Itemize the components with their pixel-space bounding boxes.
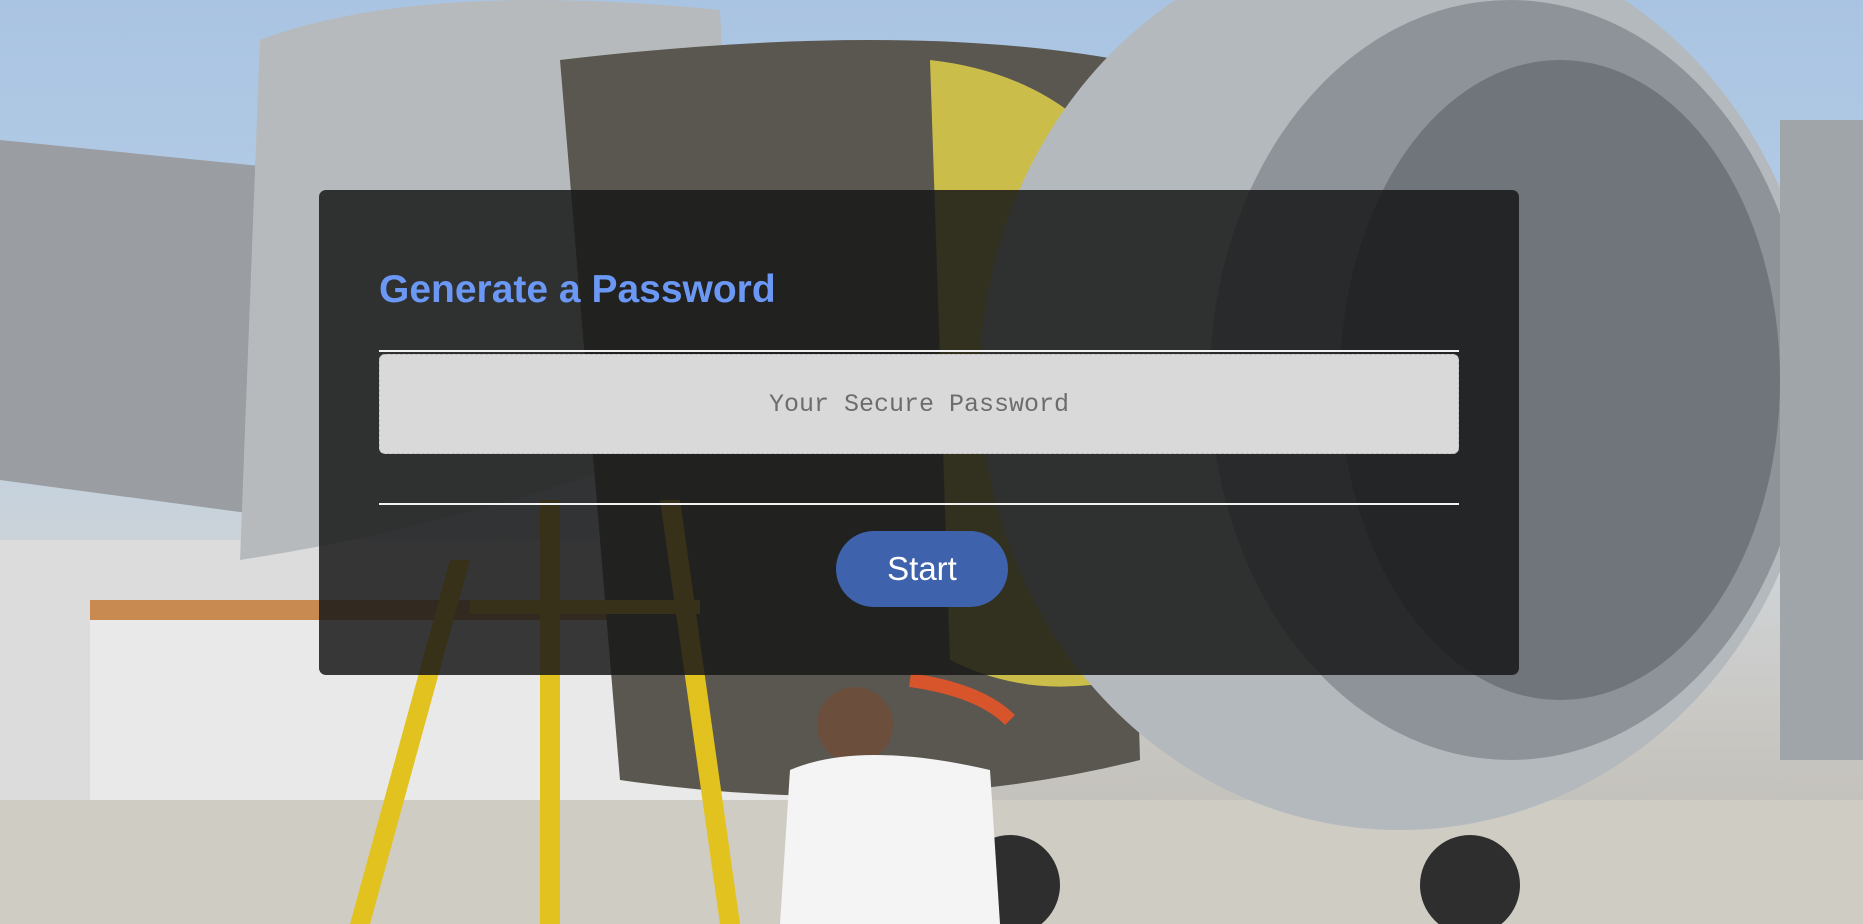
page-title: Generate a Password	[379, 268, 776, 311]
password-placeholder: Your Secure Password	[768, 389, 1070, 419]
password-generator-card: Generate a Password Your Secure Password…	[319, 190, 1519, 675]
start-button[interactable]: Start	[836, 531, 1008, 607]
top-divider	[379, 350, 1459, 352]
bottom-divider	[379, 503, 1459, 505]
password-output-field[interactable]: Your Secure Password	[379, 354, 1459, 454]
